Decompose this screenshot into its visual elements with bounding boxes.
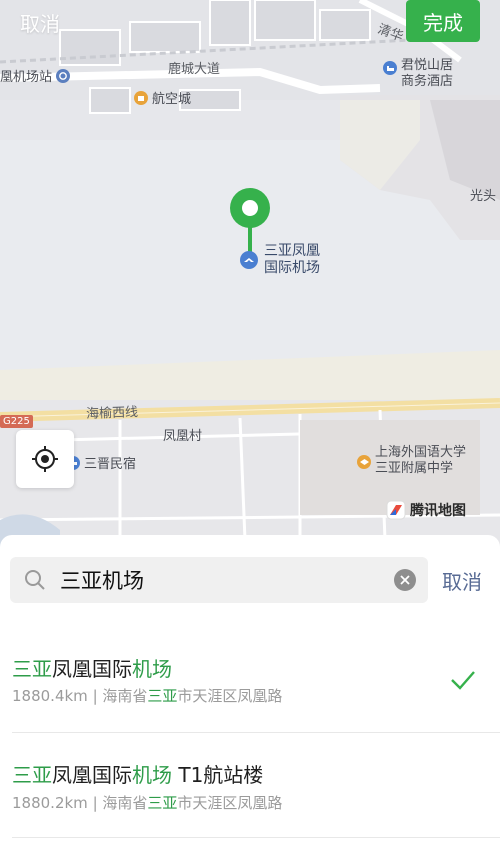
result-distance: 1880.2km <box>12 794 88 812</box>
poi-airport-station-label: 凰机场站 <box>0 70 53 85</box>
result-subtitle: 1880.4km | 海南省三亚市天涯区凤凰路 <box>12 685 282 706</box>
result-distance: 1880.4km <box>12 687 88 705</box>
locate-me-button[interactable] <box>16 430 74 488</box>
result-title: 三亚凤凰国际机场 <box>12 653 172 682</box>
airport-map-label-line2: 国际机场 <box>264 260 320 276</box>
result-address-part: 海南省 <box>102 794 148 812</box>
result-address-part: 海南省 <box>102 687 148 705</box>
poi-sanjin-homestay-label: 三晋民宿 <box>84 457 137 472</box>
result-separator: | <box>87 687 103 705</box>
poi-junyue-line1: 君悦山居 <box>401 58 454 73</box>
poi-junyue-hotel[interactable]: 君悦山居 商务酒店 <box>383 58 453 90</box>
poi-sisu-school[interactable]: 上海外国语大学 三亚附属中学 <box>357 445 466 477</box>
airport-map-label-line1: 三亚凤凰 <box>264 243 320 259</box>
close-icon <box>400 575 410 585</box>
airport-icon <box>240 251 258 269</box>
result-item[interactable]: 三亚凤凰国际机场 T1航站楼 1880.2km | 海南省三亚市天涯区凤凰路 <box>0 735 500 839</box>
place-label-fenghuang-village: 凤凰村 <box>163 429 203 444</box>
result-title-highlight: 机场 <box>132 763 172 787</box>
road-label-haiyu-west: 海榆西线 <box>85 405 139 422</box>
divider <box>12 837 500 838</box>
result-title-part: 凤凰国际 <box>52 763 132 787</box>
result-title-highlight: 三亚 <box>12 657 52 681</box>
search-box[interactable] <box>10 557 428 603</box>
road-shield-g225: G225 <box>0 415 33 428</box>
poi-junyue-line2: 商务酒店 <box>401 74 454 89</box>
search-row: 取消 <box>10 557 490 603</box>
checkmark-icon <box>451 671 475 690</box>
poi-sisu-line2: 三亚附属中学 <box>375 461 454 476</box>
map-view[interactable]: 取消 完成 清华 凰机场站 鹿城大道 航空城 君悦山居 商务酒店 光头 三亚凤凰 <box>0 0 500 560</box>
result-address-part: 市天涯区凤凰路 <box>177 687 283 705</box>
tencent-map-logo: 腾讯地图 <box>386 500 466 520</box>
tencent-map-icon <box>386 500 406 520</box>
road-label-lucheng: 鹿城大道 <box>168 62 221 77</box>
shop-icon <box>134 90 148 105</box>
search-input[interactable] <box>58 567 382 593</box>
result-title-part: T1航站楼 <box>172 763 264 787</box>
poi-sanjin-homestay[interactable]: 三晋民宿 <box>66 453 136 472</box>
airport-map-label[interactable]: 三亚凤凰 国际机场 <box>264 243 320 277</box>
done-button[interactable]: 完成 <box>406 0 480 42</box>
poi-hangkong-city-label: 航空城 <box>152 92 192 107</box>
tencent-map-label: 腾讯地图 <box>410 503 466 519</box>
search-icon <box>25 570 45 590</box>
result-item[interactable]: 三亚凤凰国际机场 1880.4km | 海南省三亚市天涯区凤凰路 <box>0 631 500 735</box>
poi-airport-station[interactable]: 凰机场站 <box>0 66 71 85</box>
result-subtitle: 1880.2km | 海南省三亚市天涯区凤凰路 <box>12 792 282 813</box>
search-cancel-button[interactable]: 取消 <box>442 566 482 595</box>
clear-search-button[interactable] <box>394 569 416 591</box>
school-icon <box>357 455 371 469</box>
search-panel: 取消 三亚凤凰国际机场 1880.4km | 海南省三亚市天涯区凤凰路 三亚凤凰… <box>0 535 500 853</box>
result-address-part: 市天涯区凤凰路 <box>177 794 283 812</box>
place-label-guangtou: 光头 <box>470 189 497 204</box>
metro-station-icon <box>56 68 71 83</box>
divider <box>12 732 500 733</box>
result-address-highlight: 三亚 <box>147 794 178 812</box>
result-title-highlight: 三亚 <box>12 763 52 787</box>
result-title: 三亚凤凰国际机场 T1航站楼 <box>12 759 263 788</box>
result-title-highlight: 机场 <box>132 657 172 681</box>
crosshair-icon <box>32 446 58 472</box>
result-title-part: 凤凰国际 <box>52 657 132 681</box>
result-separator: | <box>87 794 103 812</box>
result-address-highlight: 三亚 <box>147 687 178 705</box>
hotel-icon <box>383 61 397 75</box>
poi-hangkong-city[interactable]: 航空城 <box>134 88 191 107</box>
poi-sisu-line1: 上海外国语大学 <box>375 445 467 460</box>
cancel-button[interactable]: 取消 <box>20 8 60 37</box>
